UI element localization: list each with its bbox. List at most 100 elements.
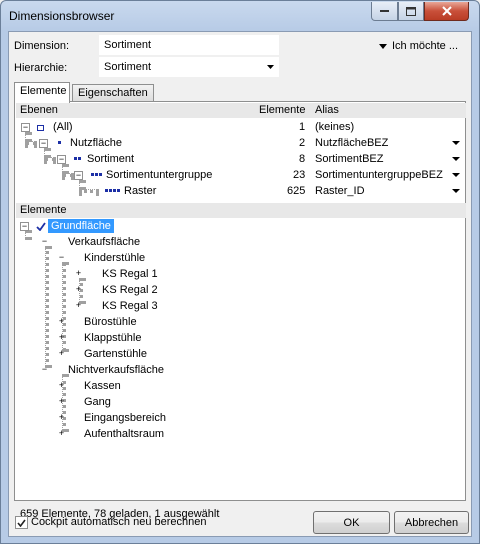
tree-item[interactable]: + Aufenthaltsraum	[16, 427, 466, 443]
collapse-icon[interactable]: −	[40, 365, 49, 375]
tree-item[interactable]: + Gang	[16, 395, 466, 411]
expand-icon[interactable]: +	[57, 397, 66, 407]
level-3-icon	[91, 173, 102, 176]
tree-item-label: Verkaufsfläche	[68, 236, 141, 248]
tree-item[interactable]: + KS Regal 3	[16, 299, 466, 315]
level-count: 625	[287, 185, 306, 197]
close-button[interactable]	[424, 2, 469, 21]
alias-dropdown-icon[interactable]	[452, 141, 460, 145]
tree-item-label: Nichtverkaufsfläche	[68, 364, 164, 376]
collapse-icon[interactable]: −	[40, 237, 49, 247]
ich-moechte-menu[interactable]: Ich möchte ...	[379, 40, 458, 52]
dimension-label: Dimension:	[14, 40, 70, 52]
checkmark-icon	[17, 519, 26, 527]
tree-item[interactable]: + Klappstühle	[16, 331, 466, 347]
tree-item-label-selected: Grundfläche	[48, 219, 114, 233]
level-4-icon	[105, 189, 120, 192]
ich-moechte-label: Ich möchte ...	[392, 40, 459, 52]
collapse-icon[interactable]: −	[57, 155, 66, 164]
maximize-icon	[406, 6, 416, 16]
level-row-nutzflaeche[interactable]: − Nutzfläche 2 NutzflächeBEZ	[16, 136, 466, 152]
collapse-icon[interactable]: −	[20, 222, 29, 231]
tree-item-label: KS Regal 3	[102, 300, 158, 312]
level-row-raster[interactable]: Raster 625 Raster_ID	[16, 184, 466, 200]
hierarchy-value: Sortiment	[104, 61, 152, 73]
expand-icon[interactable]: +	[74, 301, 83, 311]
dimensionsbrowser-window: Dimensionsbrowser Dimension: Sortiment I…	[0, 0, 480, 544]
maximize-button[interactable]	[398, 2, 424, 21]
auto-recalc-checkbox[interactable]	[15, 516, 28, 529]
hierarchy-select[interactable]: Sortiment	[99, 57, 279, 77]
tree-item[interactable]: − Nichtverkaufsfläche	[16, 363, 466, 379]
tree-item[interactable]: + Bürostühle	[16, 315, 466, 331]
tree-item-label: KS Regal 1	[102, 268, 158, 280]
tree-item[interactable]: + Eingangsbereich	[16, 411, 466, 427]
expand-icon[interactable]: +	[57, 317, 66, 327]
alias-dropdown-icon[interactable]	[452, 173, 460, 177]
expand-icon[interactable]: +	[74, 269, 83, 279]
hierarchy-label: Hierarchie:	[14, 62, 68, 74]
auto-recalc-label: Cockpit automatisch neu berechnen	[31, 516, 207, 528]
chevron-down-icon[interactable]	[264, 61, 276, 73]
level-row-sortiment[interactable]: − Sortiment 8 SortimentBEZ	[16, 152, 466, 168]
level-name: Sortimentuntergruppe	[106, 169, 213, 181]
cancel-button[interactable]: Abbrechen	[394, 511, 469, 534]
tree-item[interactable]: − Grundfläche	[16, 219, 466, 235]
levels-col-count: Elemente	[259, 104, 306, 116]
level-1-icon	[58, 141, 61, 144]
level-alias: NutzflächeBEZ	[315, 137, 389, 149]
close-icon	[441, 6, 452, 16]
tree-item-label: Kinderstühle	[84, 252, 146, 264]
level-count: 1	[299, 121, 306, 133]
tree-item[interactable]: − Verkaufsfläche	[16, 235, 466, 251]
level-name: Sortiment	[87, 153, 135, 165]
tree-item[interactable]: + KS Regal 1	[16, 267, 466, 283]
tree-item-label: Gang	[84, 396, 111, 408]
expand-icon[interactable]: +	[57, 429, 66, 439]
title-bar[interactable]: Dimensionsbrowser	[1, 1, 479, 31]
tree-item[interactable]: + Gartenstühle	[16, 347, 466, 363]
minimize-button[interactable]	[371, 2, 398, 21]
tree-item-label: Klappstühle	[84, 332, 142, 344]
level-row-all[interactable]: − (All) 1 (keines)	[16, 120, 466, 136]
level-name: Raster	[124, 185, 157, 197]
level-count: 2	[299, 137, 306, 149]
minimize-icon	[380, 10, 389, 12]
tree-item-label: KS Regal 2	[102, 284, 158, 296]
level-alias: (keines)	[315, 121, 355, 133]
elements-header-label: Elemente	[20, 204, 67, 216]
level-name: (All)	[53, 121, 73, 133]
alias-dropdown-icon[interactable]	[452, 157, 460, 161]
tab-eigenschaften[interactable]: Eigenschaften	[72, 84, 154, 102]
expand-icon[interactable]: +	[74, 285, 83, 295]
tab-elemente[interactable]: Elemente	[14, 82, 70, 103]
level-alias: SortimentBEZ	[315, 153, 384, 165]
level-alias: Raster_ID	[315, 185, 365, 197]
tree-item[interactable]: + KS Regal 2	[16, 283, 466, 299]
tree-item[interactable]: − Kinderstühle	[16, 251, 466, 267]
window-title: Dimensionsbrowser	[9, 9, 115, 23]
tree-item-label: Bürostühle	[84, 316, 137, 328]
expand-icon[interactable]: +	[57, 349, 66, 359]
level-count: 23	[293, 169, 306, 181]
level-count: 8	[299, 153, 306, 165]
collapse-icon[interactable]: −	[39, 139, 48, 148]
collapse-icon[interactable]: −	[74, 171, 83, 180]
ok-button[interactable]: OK	[313, 511, 390, 534]
expand-icon[interactable]: +	[57, 413, 66, 423]
elements-header: Elemente	[16, 203, 466, 218]
level-row-sortimentuntergruppe[interactable]: − Sortimentuntergruppe 23 Sortimentunter…	[16, 168, 466, 184]
collapse-icon[interactable]: −	[21, 123, 30, 132]
expand-icon[interactable]: +	[57, 333, 66, 343]
level-name: Nutzfläche	[70, 137, 122, 149]
tree-item-label: Aufenthaltsraum	[84, 428, 165, 440]
alias-dropdown-icon[interactable]	[452, 189, 460, 193]
level-alias: SortimentuntergruppeBEZ	[315, 169, 443, 181]
collapse-icon[interactable]: −	[57, 253, 66, 263]
expand-icon[interactable]: +	[57, 381, 66, 391]
dimension-field[interactable]: Sortiment	[99, 35, 279, 55]
tree-item-label: Gartenstühle	[84, 348, 147, 360]
tree-item-label: Kassen	[84, 380, 121, 392]
tree-item[interactable]: + Kassen	[16, 379, 466, 395]
levels-header: Ebenen Elemente Alias	[16, 103, 466, 118]
